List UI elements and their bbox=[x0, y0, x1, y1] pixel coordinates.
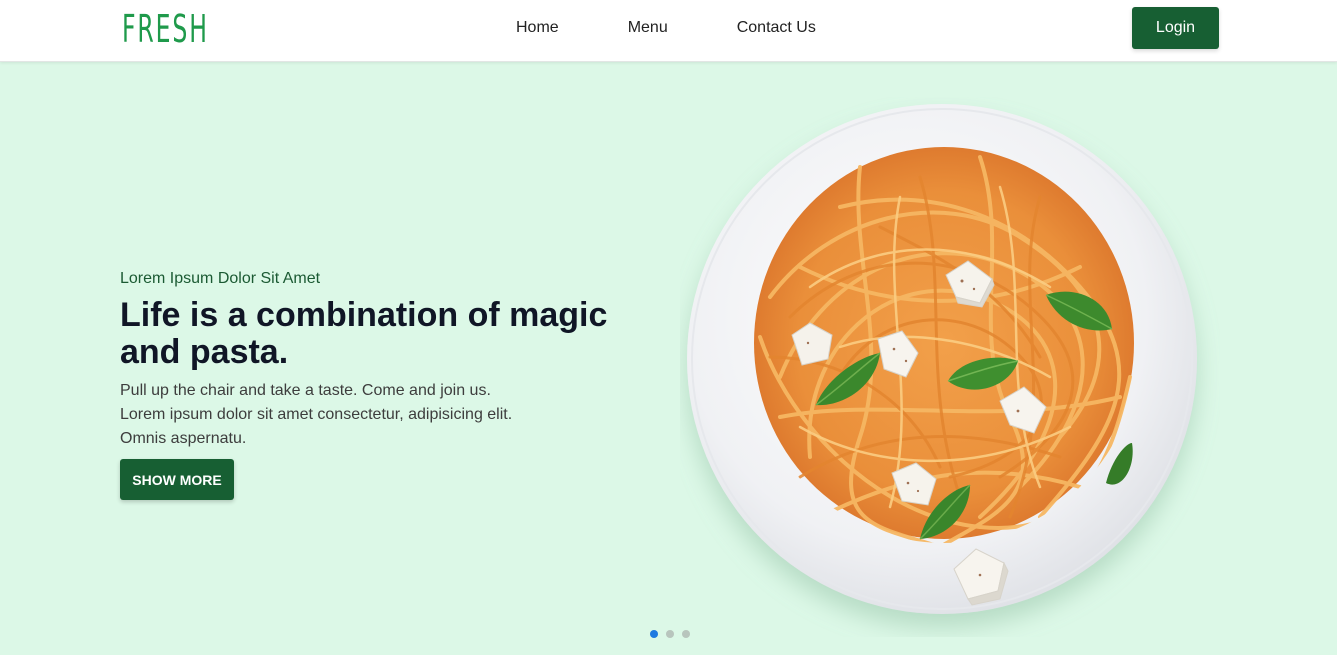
show-more-button[interactable]: SHOW MORE bbox=[120, 459, 234, 500]
main-nav: Home Menu Contact Us bbox=[500, 17, 816, 39]
carousel-dot-1[interactable] bbox=[650, 630, 658, 638]
top-navbar: FRESH Home Menu Contact Us Login bbox=[0, 0, 1337, 62]
hero-title: Life is a combination of magic and pasta… bbox=[120, 296, 608, 371]
login-button[interactable]: Login bbox=[1132, 7, 1219, 49]
hero-section: Lorem Ipsum Dolor Sit Amet Life is a com… bbox=[0, 62, 1337, 655]
hero-description-line: Pull up the chair and take a taste. Come… bbox=[120, 382, 491, 399]
carousel-dot-3[interactable] bbox=[682, 630, 690, 638]
hero-description-line: Lorem ipsum dolor sit amet consectetur, … bbox=[120, 406, 513, 423]
spaghetti-plate-image bbox=[687, 104, 1197, 614]
nav-item-home[interactable]: Home bbox=[516, 17, 559, 39]
hero-kicker: Lorem Ipsum Dolor Sit Amet bbox=[120, 270, 321, 287]
hero-description: Pull up the chair and take a taste. Come… bbox=[120, 379, 580, 451]
landing-page: FRESH Home Menu Contact Us Login Lorem I… bbox=[0, 0, 1337, 655]
nav-item-contact-us[interactable]: Contact Us bbox=[737, 17, 816, 39]
carousel-dot-2[interactable] bbox=[666, 630, 674, 638]
nav-item-menu[interactable]: Menu bbox=[628, 17, 668, 39]
carousel-indicators bbox=[650, 630, 690, 638]
brand-logo[interactable]: FRESH bbox=[122, 6, 209, 52]
hero-description-line: Omnis aspernatu. bbox=[120, 430, 247, 447]
